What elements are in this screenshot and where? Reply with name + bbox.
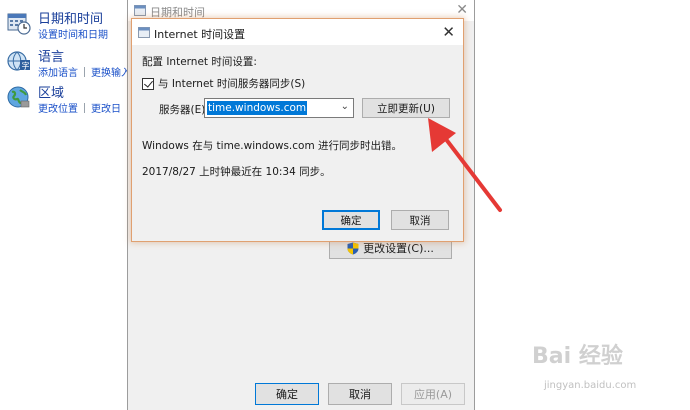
control-panel-title[interactable]: 日期和时间 bbox=[38, 8, 103, 27]
dialog-titlebar[interactable]: Internet 时间设置 ✕ bbox=[132, 19, 463, 45]
change-settings-label: 更改设置(C)... bbox=[363, 242, 434, 255]
dialog-title: Internet 时间设置 bbox=[154, 28, 246, 41]
set-date-time-link[interactable]: 设置时间和日期 bbox=[38, 30, 108, 41]
server-input-value[interactable]: time.windows.com bbox=[207, 101, 308, 115]
close-icon[interactable]: ✕ bbox=[442, 23, 455, 41]
control-panel-links: 更改位置 更改日 bbox=[38, 100, 121, 115]
baidu-watermark: Bai 经验 jingyan.baidu.com bbox=[532, 338, 682, 400]
sync-checkbox[interactable] bbox=[142, 77, 154, 90]
close-icon[interactable]: ✕ bbox=[456, 2, 468, 18]
sync-checkbox-row[interactable]: 与 Internet 时间服务器同步(S) bbox=[142, 76, 305, 91]
sync-error-message: Windows 在与 time.windows.com 进行同步时出错。 bbox=[142, 140, 403, 152]
svg-text:字: 字 bbox=[22, 61, 30, 71]
dialog-heading: 配置 Internet 时间设置: bbox=[142, 56, 257, 68]
watermark-logo: Bai 经验 bbox=[532, 344, 623, 369]
link-separator bbox=[84, 103, 85, 113]
dialog-app-icon bbox=[138, 27, 150, 38]
window-cancel-button[interactable]: 取消 bbox=[328, 383, 392, 405]
update-now-button[interactable]: 立即更新(U) bbox=[362, 98, 450, 118]
change-location-link[interactable]: 更改位置 bbox=[38, 104, 78, 115]
internet-time-dialog: Internet 时间设置 ✕ 配置 Internet 时间设置: 与 Inte… bbox=[131, 18, 464, 242]
change-input-link[interactable]: 更换输入 bbox=[91, 68, 131, 79]
control-panel-title[interactable]: 语言 bbox=[38, 46, 64, 65]
calendar-clock-icon bbox=[7, 13, 31, 35]
add-language-link[interactable]: 添加语言 bbox=[38, 68, 78, 79]
sync-checkbox-label[interactable]: 与 Internet 时间服务器同步(S) bbox=[158, 76, 305, 91]
watermark-url: jingyan.baidu.com bbox=[544, 380, 637, 391]
control-panel-links: 添加语言 更换输入 bbox=[38, 64, 131, 79]
change-date-format-link[interactable]: 更改日 bbox=[91, 104, 121, 115]
language-icon: 字 bbox=[7, 51, 30, 71]
dialog-cancel-button[interactable]: 取消 bbox=[391, 210, 449, 230]
last-sync-status: 2017/8/27 上时钟最近在 10:34 同步。 bbox=[142, 166, 331, 178]
globe-icon bbox=[7, 86, 30, 108]
window-app-icon bbox=[134, 5, 146, 16]
window-ok-button[interactable]: 确定 bbox=[255, 383, 319, 405]
server-label: 服务器(E): bbox=[159, 104, 209, 116]
uac-shield-icon bbox=[347, 242, 359, 254]
chevron-down-icon[interactable]: ⌄ bbox=[341, 101, 349, 112]
window-apply-button[interactable]: 应用(A) bbox=[401, 383, 465, 405]
control-panel-links: 设置时间和日期 bbox=[38, 26, 108, 41]
control-panel-title[interactable]: 区域 bbox=[38, 82, 64, 101]
dialog-ok-button[interactable]: 确定 bbox=[322, 210, 380, 230]
server-combobox[interactable]: time.windows.com ⌄ bbox=[204, 98, 354, 118]
link-separator bbox=[84, 67, 85, 77]
